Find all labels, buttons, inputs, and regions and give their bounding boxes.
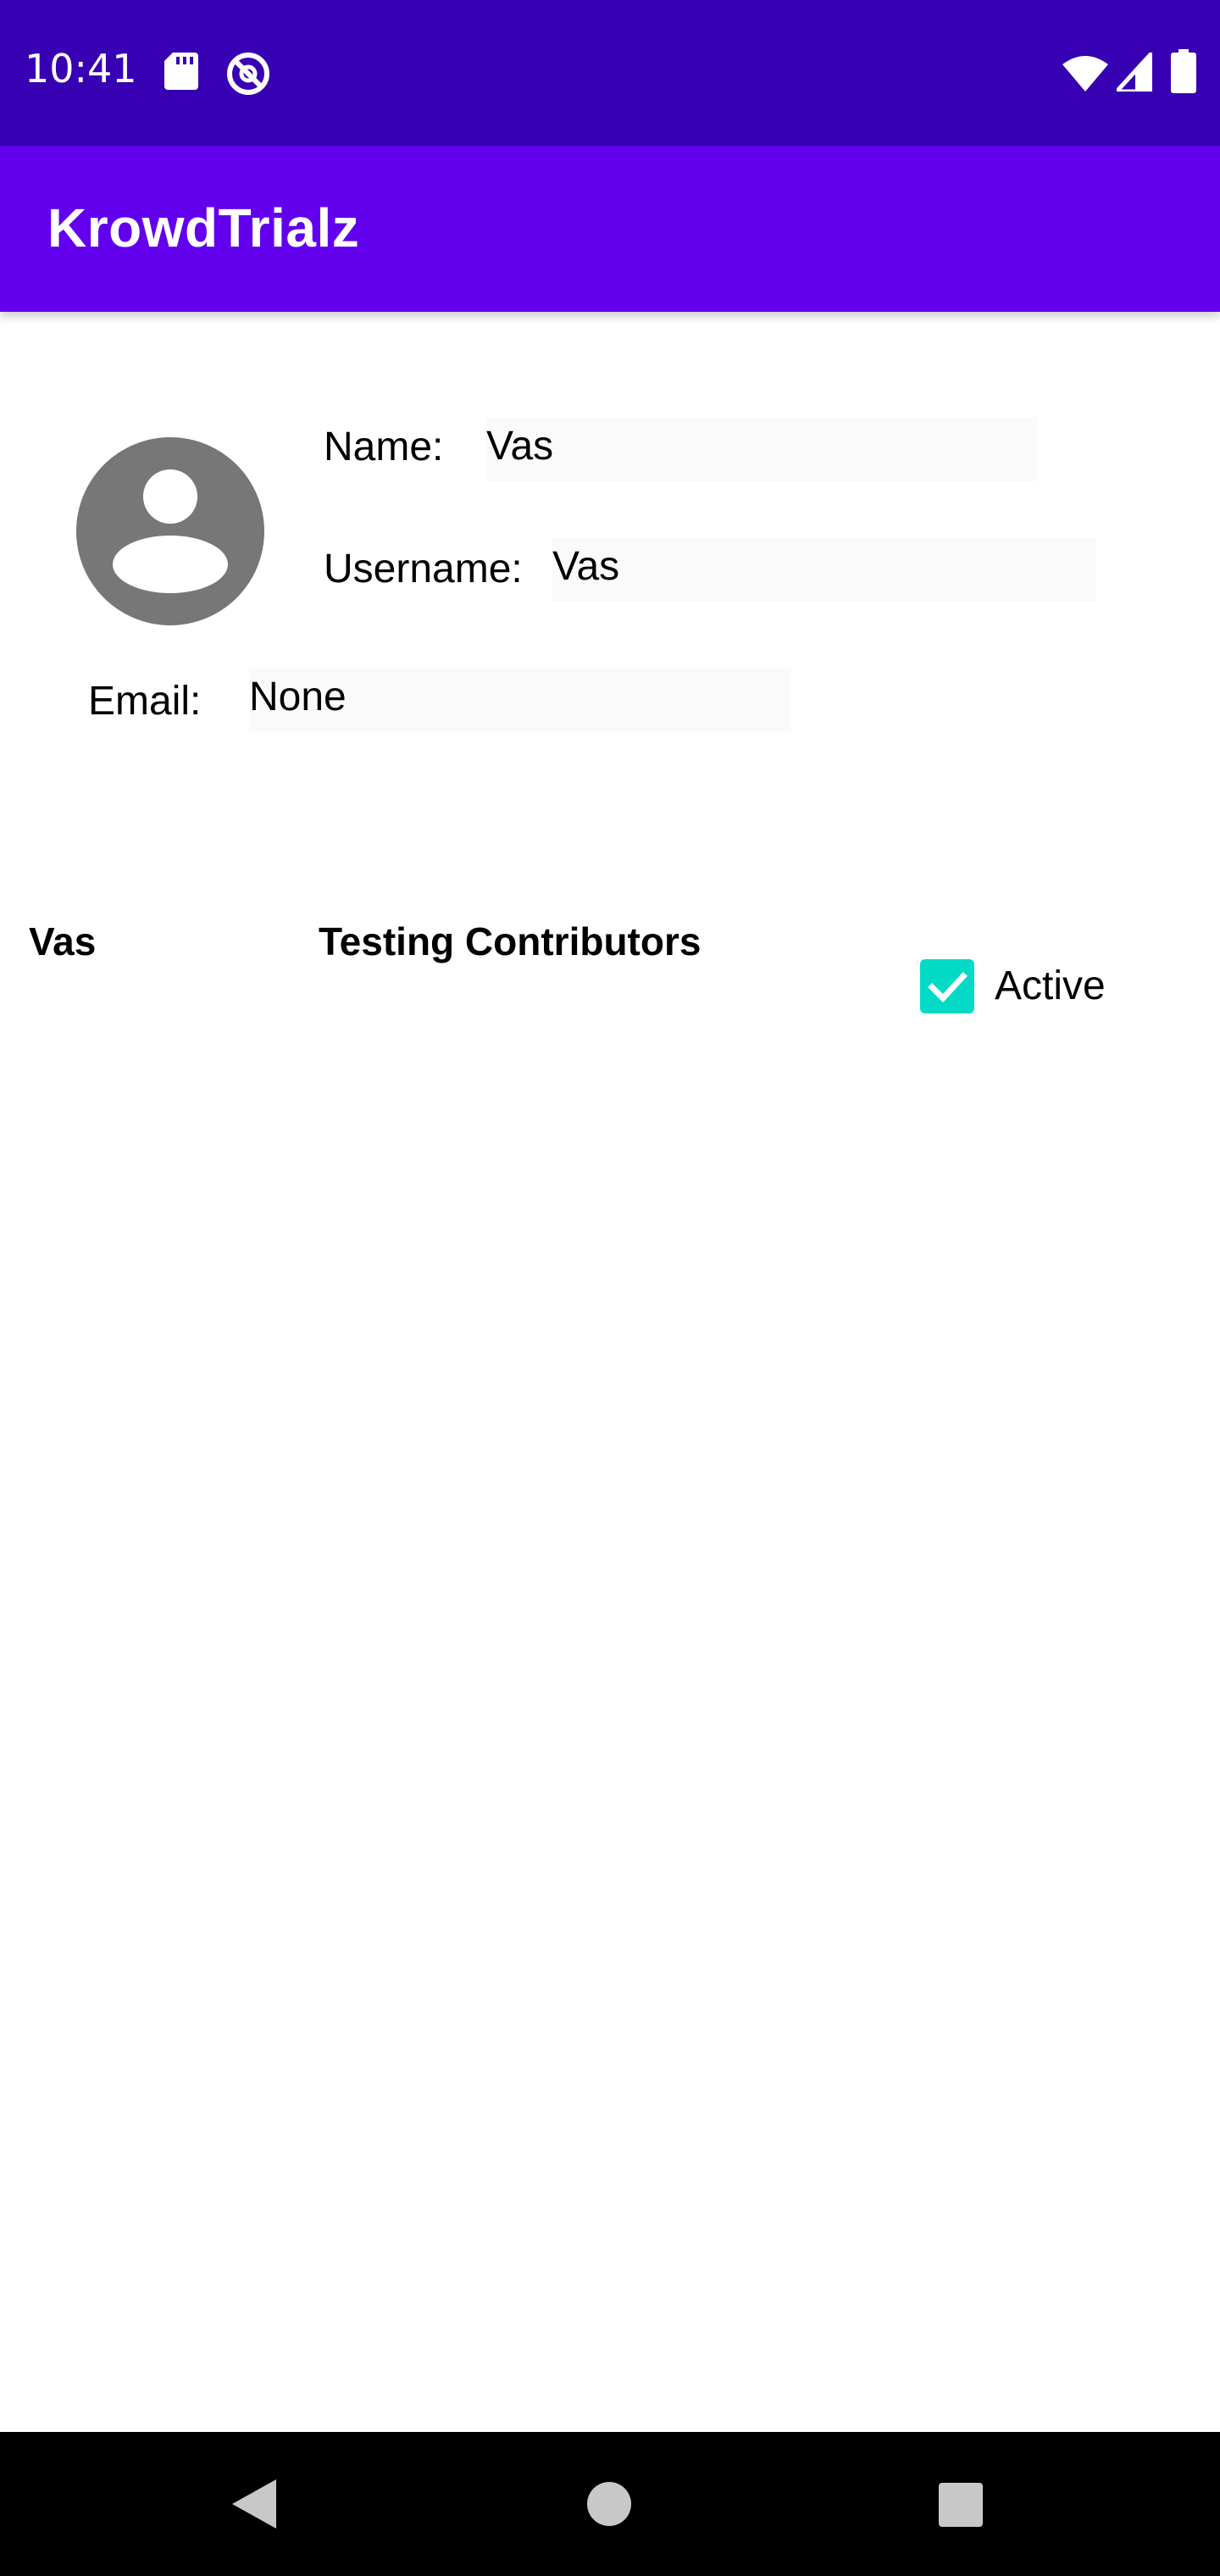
experiment-title[interactable]: Testing Contributors xyxy=(319,919,701,964)
email-label: Email: xyxy=(88,679,202,724)
sd-card-icon xyxy=(164,53,198,90)
home-icon[interactable] xyxy=(586,2481,632,2527)
sync-icon xyxy=(227,53,269,95)
username-field[interactable]: Vas xyxy=(552,537,1096,602)
email-field[interactable]: None xyxy=(249,668,791,732)
app-title: KrowdTrialz xyxy=(47,197,360,258)
active-label[interactable]: Active xyxy=(995,963,1106,1009)
name-field[interactable]: Vas xyxy=(486,417,1037,481)
app-bar: KrowdTrialz xyxy=(0,146,1220,312)
avatar-icon xyxy=(76,437,264,625)
wifi-icon xyxy=(1062,56,1108,92)
check-icon xyxy=(928,972,968,1003)
experiment-owner: Vas xyxy=(29,919,97,963)
recents-icon[interactable] xyxy=(939,2483,983,2527)
username-label: Username: xyxy=(324,547,523,591)
active-checkbox[interactable] xyxy=(920,959,974,1013)
back-icon[interactable] xyxy=(230,2478,278,2530)
battery-icon xyxy=(1171,49,1196,93)
name-label: Name: xyxy=(324,425,444,469)
status-time: 10:41 xyxy=(25,46,137,92)
status-bar: 10:41 xyxy=(0,0,1220,146)
cell-signal-icon xyxy=(1117,53,1152,92)
